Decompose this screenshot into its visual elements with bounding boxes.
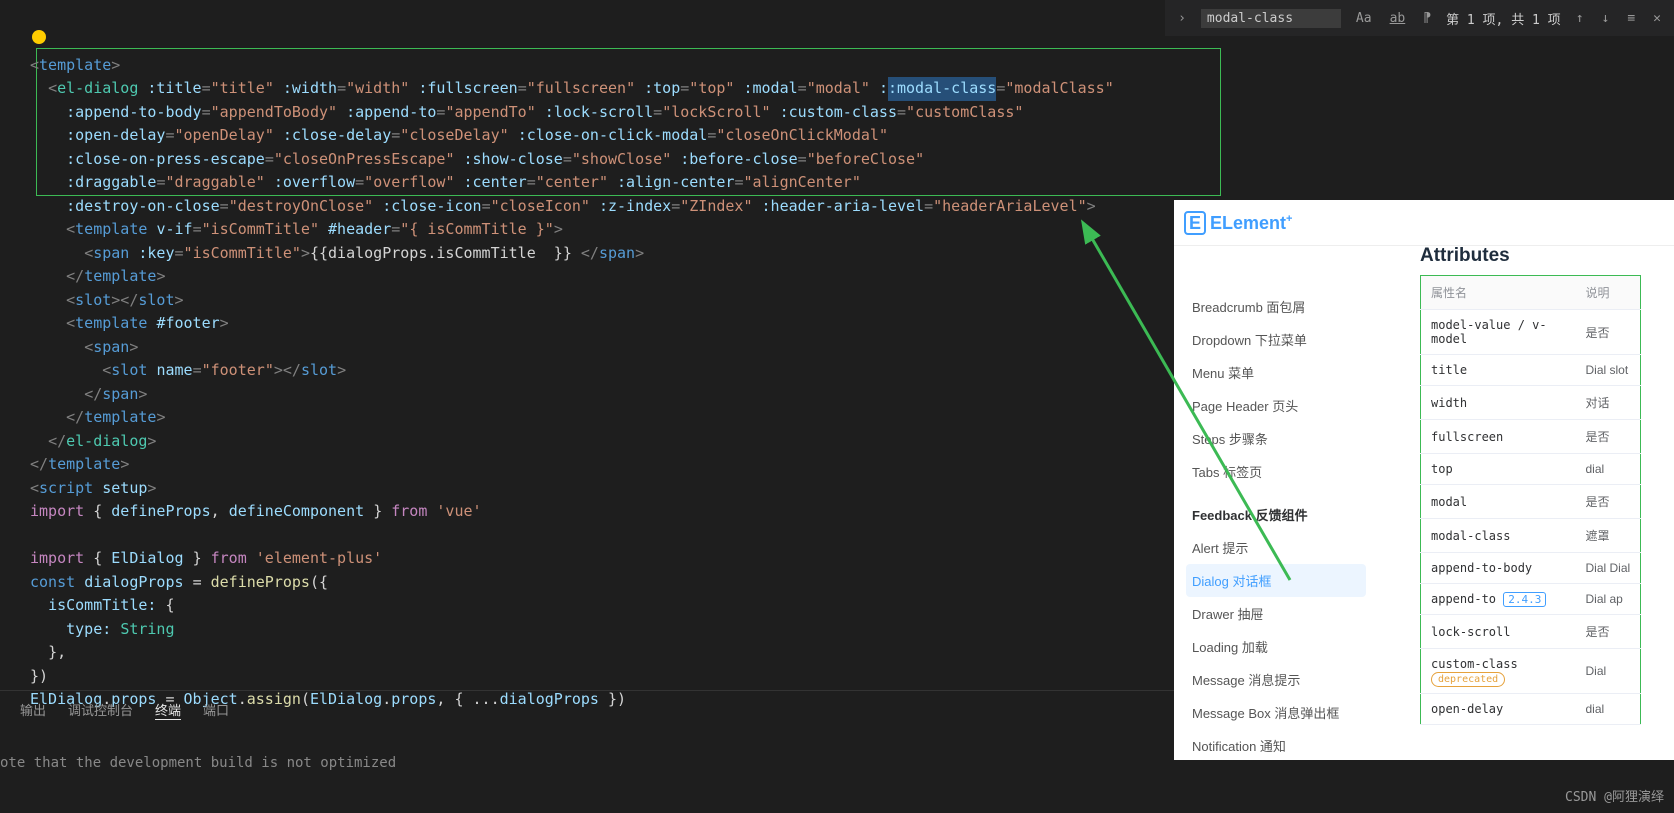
nav-item[interactable]: Breadcrumb 面包屑 [1186,290,1366,323]
attr-name: lock-scroll [1421,615,1576,649]
attr-desc: Dial [1586,664,1607,678]
deprecated-badge: deprecated [1431,672,1505,687]
attr-desc: 遮罩 [1586,529,1610,543]
find-close-icon[interactable]: ✕ [1650,11,1664,26]
nav-item[interactable]: Message Box 消息弹出框 [1186,696,1366,729]
attr-name: width [1421,386,1576,420]
attr-name: append-to 2.4.3 [1421,584,1576,615]
attr-name: title [1421,355,1576,386]
attr-name: top [1421,454,1576,485]
table-row: custom-class deprecated Dial [1421,649,1641,694]
table-row: modal-class 遮罩 [1421,519,1641,553]
th-name: 属性名 [1421,276,1576,310]
watermark: CSDN @阿狸演绎 [1565,786,1664,805]
nav-item[interactable]: Tabs 标签页 [1186,455,1366,488]
attr-desc: 是否 [1586,326,1610,340]
table-row: append-to-body Dial Dial [1421,553,1641,584]
tab-output[interactable]: 输出 [20,700,46,720]
find-prev-icon[interactable]: ↑ [1573,11,1587,26]
table-row: topdial [1421,454,1641,485]
table-row: open-delay dial [1421,694,1641,725]
table-row: modal 是否 [1421,485,1641,519]
th-desc: 说明 [1576,276,1641,310]
find-expand-icon[interactable]: › [1175,11,1189,26]
attr-desc: dial [1586,702,1605,716]
attr-desc: 对话 [1586,396,1610,410]
nav-item[interactable]: Message 消息提示 [1186,663,1366,696]
table-row: fullscreen 是否 [1421,420,1641,454]
tab-ports[interactable]: 端口 [203,700,229,720]
regex-icon[interactable]: ⁋ [1420,11,1434,26]
find-input[interactable]: modal-class [1201,9,1341,28]
nav-item[interactable]: Dropdown 下拉菜单 [1186,323,1366,356]
panel-tabs: 输出 调试控制台 终端 端口 [20,700,229,720]
find-widget: › modal-class Aa ab ⁋ 第 1 项, 共 1 项 ↑ ↓ ≡… [1165,0,1674,36]
nav-item[interactable]: Loading 加载 [1186,630,1366,663]
table-row: width 对话 [1421,386,1641,420]
attr-desc: 是否 [1586,430,1610,444]
attr-name: open-delay [1421,694,1576,725]
find-next-icon[interactable]: ↓ [1599,11,1613,26]
code-content[interactable]: <template> <el-dialog :title="title" :wi… [30,30,1114,735]
attr-desc: dial [1586,462,1605,476]
match-case-icon[interactable]: Aa [1353,11,1375,26]
nav-item[interactable]: Notification 通知 [1186,729,1366,760]
doc-sidebar: Breadcrumb 面包屑 Dropdown 下拉菜单 Menu 菜单 Pag… [1186,290,1366,760]
documentation-panel: EELement+ Breadcrumb 面包屑 Dropdown 下拉菜单 M… [1174,200,1674,760]
attr-name: model-value / v-model [1421,310,1576,355]
attr-desc: 是否 [1586,495,1610,509]
attr-name: custom-class deprecated [1421,649,1576,694]
attr-name: modal [1421,485,1576,519]
tab-terminal[interactable]: 终端 [155,700,181,720]
table-row: title Dial slot [1421,355,1641,386]
attributes-table: 属性名说明 model-value / v-model 是否 title Dial s… [1420,275,1641,725]
find-filter-icon[interactable]: ≡ [1624,11,1638,26]
table-row: lock-scroll 是否 [1421,615,1641,649]
attr-desc: Dial Dial [1586,561,1631,575]
nav-item-dialog[interactable]: Dialog 对话框 [1186,564,1366,597]
attr-name: fullscreen [1421,420,1576,454]
nav-item[interactable]: Alert 提示 [1186,531,1366,564]
nav-item[interactable]: Menu 菜单 [1186,356,1366,389]
terminal-output: ote that the development build is not op… [0,755,396,771]
attr-desc: Dial slot [1586,363,1629,377]
attr-desc: Dial ap [1586,592,1623,606]
element-plus-logo[interactable]: EELement+ [1184,213,1292,234]
attributes-section: Attributes 属性名说明 model-value / v-model 是否… [1420,245,1641,725]
attr-desc: 是否 [1586,625,1610,639]
table-row: model-value / v-model 是否 [1421,310,1641,355]
table-row: append-to 2.4.3 Dial ap [1421,584,1641,615]
version-badge: 2.4.3 [1503,592,1546,607]
attr-name: modal-class [1421,519,1576,553]
nav-section: Feedback 反馈组件 [1186,498,1366,531]
nav-item[interactable]: Steps 步骤条 [1186,422,1366,455]
match-word-icon[interactable]: ab [1387,11,1409,26]
attributes-heading: Attributes [1420,245,1641,267]
tab-debug-console[interactable]: 调试控制台 [68,700,133,720]
find-result-text: 第 1 项, 共 1 项 [1446,9,1561,28]
nav-item[interactable]: Page Header 页头 [1186,389,1366,422]
attr-name: append-to-body [1421,553,1576,584]
nav-item[interactable]: Drawer 抽屉 [1186,597,1366,630]
